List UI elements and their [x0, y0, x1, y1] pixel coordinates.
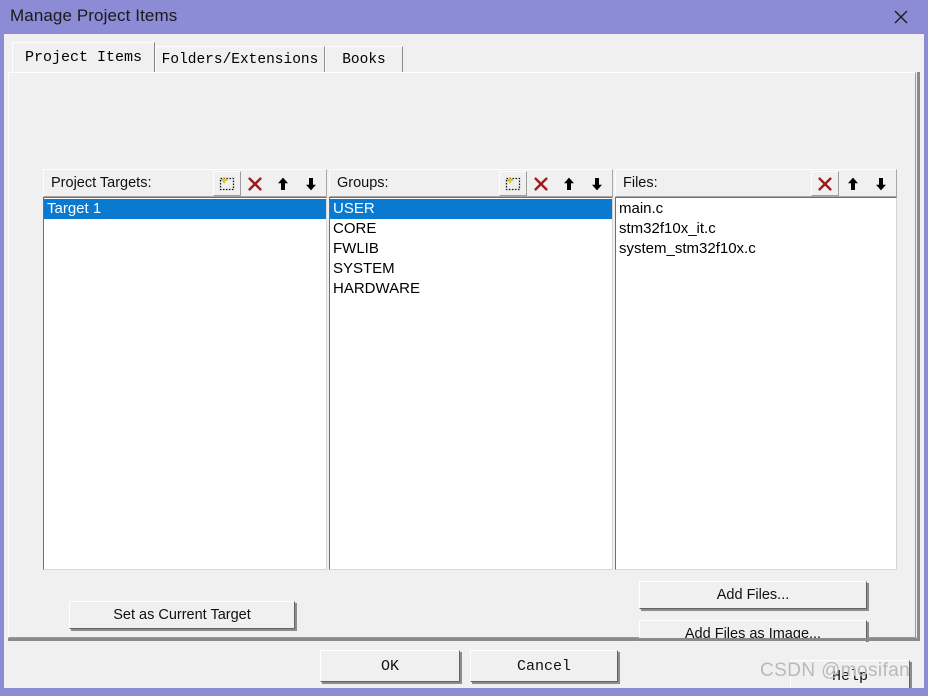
set-as-current-target-button[interactable]: Set as Current Target: [69, 601, 295, 629]
delete-group-button[interactable]: [527, 171, 555, 196]
add-files-label: Add Files...: [716, 587, 790, 603]
groups-header: Groups:: [329, 169, 613, 197]
add-files-button[interactable]: Add Files...: [639, 581, 867, 609]
tab-project-items-label: Project Items: [24, 49, 143, 66]
delete-file-button[interactable]: [811, 171, 839, 196]
move-group-down-button[interactable]: [583, 171, 611, 196]
delete-icon: [532, 175, 550, 193]
files-label: Files:: [623, 175, 658, 191]
groups-label: Groups:: [337, 175, 389, 191]
cancel-button[interactable]: Cancel: [470, 650, 618, 682]
tab-folders-extensions-label: Folders/Extensions: [161, 51, 319, 68]
dialog-button-bar: OK Cancel Help: [4, 642, 924, 692]
project-targets-header: Project Targets:: [43, 169, 327, 197]
tab-books[interactable]: Books: [325, 46, 403, 72]
title-bar: Manage Project Items: [0, 0, 928, 34]
list-item[interactable]: CORE: [330, 219, 612, 239]
files-list[interactable]: main.c stm32f10x_it.c system_stm32f10x.c: [615, 197, 897, 570]
new-group-button[interactable]: [499, 171, 527, 196]
delete-icon: [246, 175, 264, 193]
ok-label: OK: [380, 657, 399, 675]
new-item-icon: [504, 175, 522, 193]
move-up-icon: [844, 175, 862, 193]
list-item[interactable]: Target 1: [44, 199, 326, 219]
project-targets-toolbar: [213, 171, 325, 196]
list-item[interactable]: HARDWARE: [330, 279, 612, 299]
tab-books-label: Books: [342, 51, 386, 68]
delete-target-button[interactable]: [241, 171, 269, 196]
tab-project-items[interactable]: Project Items: [12, 42, 155, 72]
new-target-button[interactable]: [213, 171, 241, 196]
panel-shadow-bottom: [8, 638, 918, 641]
project-targets-label: Project Targets:: [51, 175, 152, 191]
ok-button[interactable]: OK: [320, 650, 460, 682]
list-item[interactable]: system_stm32f10x.c: [616, 239, 896, 259]
files-header: Files:: [615, 169, 897, 197]
cancel-label: Cancel: [516, 657, 571, 675]
groups-list[interactable]: USER CORE FWLIB SYSTEM HARDWARE: [329, 197, 613, 570]
move-target-up-button[interactable]: [269, 171, 297, 196]
move-down-icon: [872, 175, 890, 193]
close-icon: [891, 7, 911, 27]
tab-folders-extensions[interactable]: Folders/Extensions: [155, 46, 325, 72]
list-item[interactable]: main.c: [616, 199, 896, 219]
files-toolbar: [811, 171, 895, 196]
move-file-down-button[interactable]: [867, 171, 895, 196]
set-as-current-target-label: Set as Current Target: [113, 607, 251, 623]
move-group-up-button[interactable]: [555, 171, 583, 196]
window-title: Manage Project Items: [10, 6, 178, 25]
new-item-icon: [218, 175, 236, 193]
dialog-client-area: Project Items Folders/Extensions Books P…: [4, 34, 924, 692]
list-item[interactable]: USER: [330, 199, 612, 219]
list-item[interactable]: FWLIB: [330, 239, 612, 259]
list-item[interactable]: SYSTEM: [330, 259, 612, 279]
move-up-icon: [560, 175, 578, 193]
window-frame-right: [924, 34, 928, 688]
move-down-icon: [302, 175, 320, 193]
groups-toolbar: [499, 171, 611, 196]
list-item[interactable]: stm32f10x_it.c: [616, 219, 896, 239]
delete-icon: [816, 175, 834, 193]
move-down-icon: [588, 175, 606, 193]
help-label: Help: [831, 667, 868, 685]
window-frame-bottom: [0, 688, 928, 696]
move-file-up-button[interactable]: [839, 171, 867, 196]
tab-page-project-items: Project Targets: Target 1 Groups: USER C…: [8, 72, 916, 648]
close-button[interactable]: [880, 2, 922, 32]
project-targets-list[interactable]: Target 1: [43, 197, 327, 570]
panel-shadow-right: [917, 72, 920, 641]
move-target-down-button[interactable]: [297, 171, 325, 196]
move-up-icon: [274, 175, 292, 193]
tab-strip: Project Items Folders/Extensions Books: [8, 42, 916, 72]
manage-project-items-dialog: Manage Project Items Project Items Folde…: [0, 0, 928, 696]
